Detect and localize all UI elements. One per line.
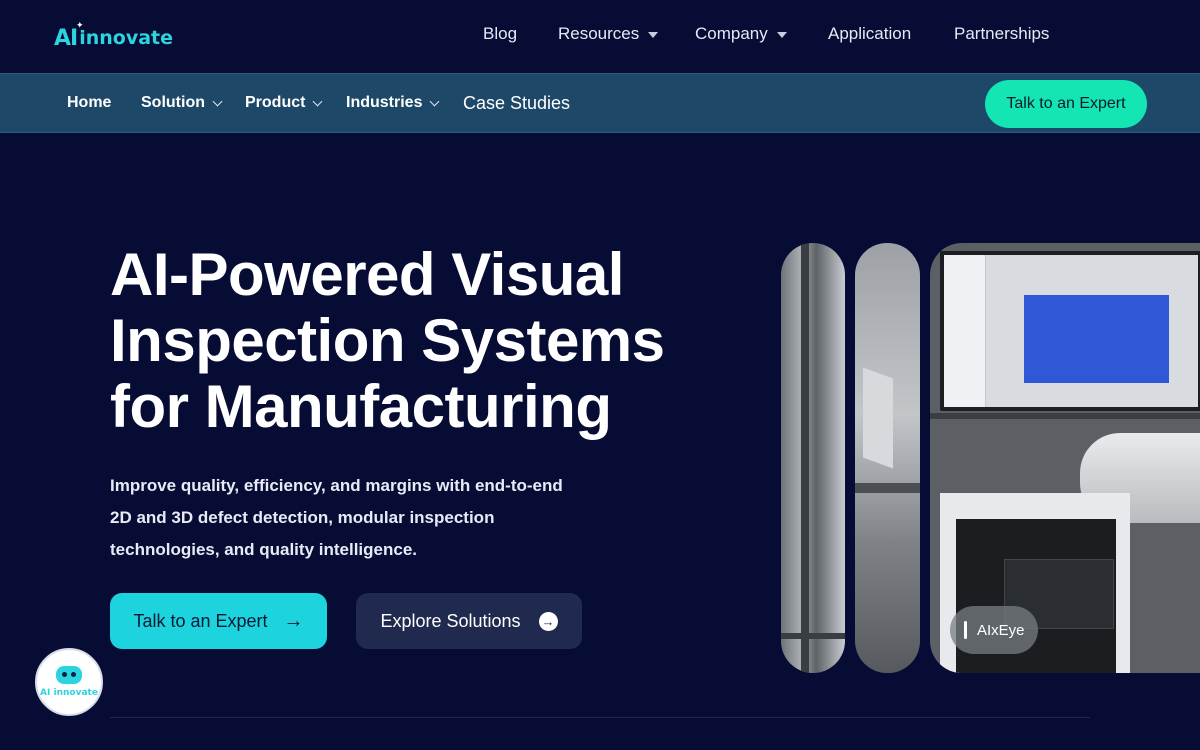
hero-image-panel-1: [781, 243, 845, 673]
frame-post: [801, 243, 809, 673]
hero-title-line: AI-Powered Visual: [110, 241, 624, 308]
topnav-label: Resources: [558, 24, 640, 43]
logo-ai-mark: AI: [54, 25, 78, 51]
subnav-industries[interactable]: Industries: [346, 94, 440, 112]
hero-title-line: Inspection Systems: [110, 307, 665, 374]
hero-title-line: for Manufacturing: [110, 373, 612, 440]
chatbot-label: AI innovate: [40, 688, 98, 698]
hero-image-panel-2: [855, 243, 920, 673]
subnav-case-studies[interactable]: Case Studies: [463, 93, 570, 114]
subnav-label: Industries: [346, 94, 423, 111]
button-label: Talk to an Expert: [133, 610, 268, 631]
hero-title: AI-Powered Visual Inspection Systems for…: [110, 242, 710, 440]
hero-description: Improve quality, efficiency, and margins…: [110, 470, 580, 566]
topnav-company[interactable]: Company: [695, 24, 787, 44]
badge-label: AIxEye: [977, 621, 1025, 639]
topnav-label: Blog: [483, 24, 518, 43]
talk-to-expert-nav-button[interactable]: Talk to an Expert: [985, 80, 1147, 128]
subnav-label: Case Studies: [463, 93, 571, 113]
chatbot-launcher[interactable]: AI innovate: [35, 648, 103, 716]
circle-arrow-icon: →: [538, 611, 558, 631]
topnav-partnerships[interactable]: Partnerships: [954, 24, 1049, 44]
button-label: Explore Solutions: [380, 610, 521, 631]
subnav-home[interactable]: Home: [67, 94, 111, 112]
hero-description-line: technologies, and quality intelligence.: [110, 540, 417, 559]
subnav-label: Product: [245, 94, 306, 111]
monitor-preview: [1024, 295, 1169, 383]
frame-rail: [855, 483, 920, 493]
explore-solutions-button[interactable]: Explore Solutions →: [356, 593, 582, 649]
topnav-resources[interactable]: Resources: [558, 24, 659, 44]
robot-icon: [56, 666, 82, 684]
hero-description-line: 2D and 3D defect detection, modular insp…: [110, 508, 495, 527]
frame-rail: [930, 413, 1200, 419]
subnav-label: Home: [67, 94, 112, 111]
arrow-right-icon: →: [283, 609, 304, 632]
topnav-label: Application: [828, 24, 912, 43]
caret-down-icon: [776, 32, 787, 38]
secondary-nav: Home Solution Product Industries Case St…: [0, 73, 1200, 133]
topnav-application[interactable]: Application: [828, 24, 911, 44]
subnav-label: Solution: [141, 94, 205, 111]
caret-down-icon: [648, 32, 659, 38]
monitor-screen: [940, 251, 1200, 411]
image-caption-badge: AIxEye: [950, 606, 1038, 654]
talk-to-expert-hero-button[interactable]: Talk to an Expert →: [110, 593, 327, 649]
section-divider: [110, 717, 1090, 718]
hero-description-line: Improve quality, efficiency, and margins…: [110, 476, 563, 495]
badge-bar-icon: [964, 621, 967, 639]
logo[interactable]: AI ✦ innovate: [54, 20, 174, 52]
frame-rail: [781, 633, 845, 639]
machine-part: [863, 367, 893, 469]
topnav-label: Partnerships: [954, 24, 1050, 43]
chevron-down-icon: [430, 96, 440, 106]
monitor-sidebar: [944, 255, 986, 407]
logo-wordmark: innovate: [79, 27, 174, 49]
topnav-label: Company: [695, 24, 768, 43]
subnav-product[interactable]: Product: [245, 94, 323, 112]
topnav-blog[interactable]: Blog: [483, 24, 517, 44]
chevron-down-icon: [313, 96, 323, 106]
logo-spark-icon: ✦: [76, 20, 84, 30]
chevron-down-icon: [212, 96, 223, 106]
top-bar: AI ✦ innovate Blog Resources Company App…: [0, 0, 1200, 73]
subnav-solution[interactable]: Solution: [141, 94, 223, 112]
